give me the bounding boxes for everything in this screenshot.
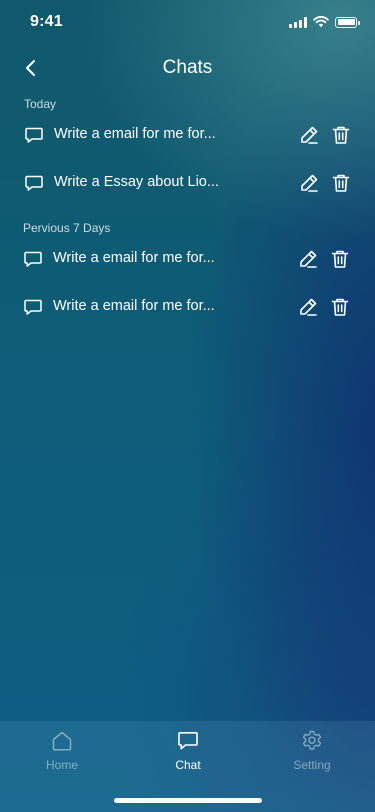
chat-row[interactable]: Write a Essay about Lio... xyxy=(0,163,375,203)
chats-screen: 9:41 Chats Today Write a email for me fo… xyxy=(0,0,375,812)
section-label-today: Today xyxy=(24,97,57,111)
pencil-icon[interactable] xyxy=(298,172,320,194)
chat-bubble-icon xyxy=(25,175,43,191)
pencil-icon[interactable] xyxy=(298,124,320,146)
nav-item-setting[interactable]: Setting xyxy=(272,729,352,775)
chat-row[interactable]: Write a email for me for... xyxy=(0,239,375,279)
chat-title[interactable]: Write a email for me for... xyxy=(54,126,216,142)
gear-icon xyxy=(302,730,322,750)
pencil-icon[interactable] xyxy=(297,248,319,270)
trash-icon[interactable] xyxy=(329,248,351,270)
chat-bubble-icon xyxy=(24,299,42,315)
chat-title[interactable]: Write a email for me for... xyxy=(53,250,215,266)
pencil-icon[interactable] xyxy=(297,296,319,318)
battery-icon xyxy=(335,16,360,28)
home-icon xyxy=(52,731,72,751)
chat-title[interactable]: Write a email for me for... xyxy=(53,298,215,314)
nav-label-setting: Setting xyxy=(293,758,331,772)
chat-bubble-icon xyxy=(25,127,43,143)
nav-label-home: Home xyxy=(45,758,78,772)
header: Chats xyxy=(0,52,375,86)
status-icons xyxy=(289,16,360,28)
status-time: 9:41 xyxy=(30,13,63,30)
page-title: Chats xyxy=(162,57,213,78)
nav-item-chat[interactable]: Chat xyxy=(148,729,228,775)
trash-icon[interactable] xyxy=(330,172,352,194)
status-bar: 9:41 xyxy=(0,0,375,46)
trash-icon[interactable] xyxy=(330,124,352,146)
trash-icon[interactable] xyxy=(329,296,351,318)
chat-row[interactable]: Write a email for me for... xyxy=(0,287,375,327)
wifi-icon xyxy=(313,16,329,28)
nav-item-home[interactable]: Home xyxy=(22,729,102,775)
section-label-previous-7-days: Pervious 7 Days xyxy=(23,221,111,235)
nav-label-chat: Chat xyxy=(175,758,201,772)
chat-bubble-icon xyxy=(178,732,198,750)
chat-bubble-icon xyxy=(24,251,42,267)
signal-icon xyxy=(289,16,307,28)
chat-title[interactable]: Write a Essay about Lio... xyxy=(54,174,219,190)
home-indicator[interactable] xyxy=(114,798,262,803)
chat-row[interactable]: Write a email for me for... xyxy=(0,115,375,155)
